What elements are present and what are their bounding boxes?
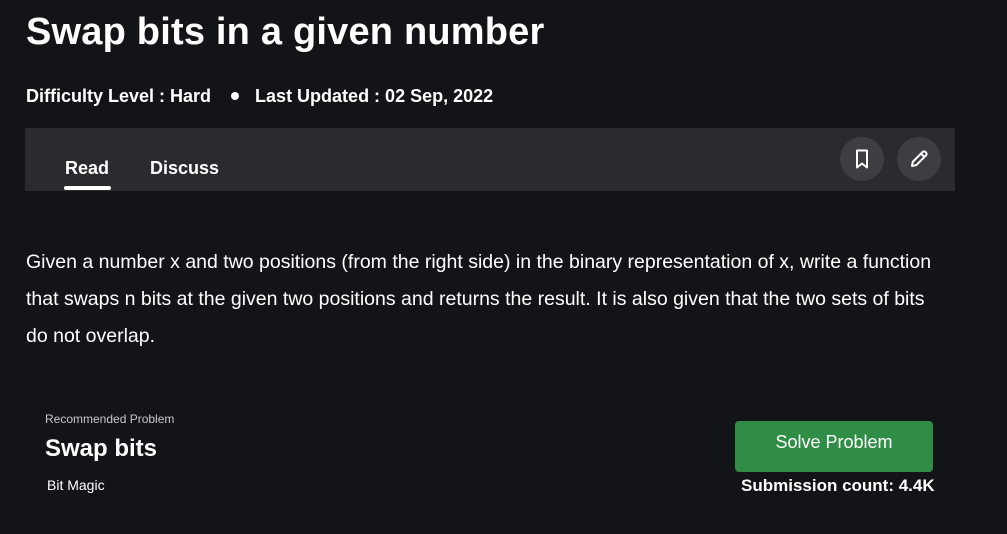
tab-discuss[interactable]: Discuss: [150, 157, 219, 179]
edit-button[interactable]: [897, 137, 941, 181]
problem-tag[interactable]: Bit Magic: [47, 475, 105, 495]
problem-description: Given a number x and two positions (from…: [26, 251, 932, 347]
submission-count: Submission count: 4.4K: [741, 476, 935, 495]
difficulty-level: Difficulty Level : Hard: [26, 86, 212, 106]
pencil-icon: [911, 150, 928, 167]
solve-problem-button[interactable]: Solve Problem: [735, 421, 933, 472]
recommended-problem-label: Recommended Problem: [45, 412, 175, 426]
article-meta: Difficulty Level : Hard Last Updated : 0…: [26, 84, 493, 108]
tab-read[interactable]: Read: [65, 157, 109, 179]
bookmark-icon: [856, 149, 868, 169]
article-tabbar: Read Discuss: [25, 128, 955, 191]
page-title: Swap bits in a given number: [26, 11, 545, 53]
active-tab-indicator: [64, 186, 111, 190]
article-page: Swap bits in a given number Difficulty L…: [0, 0, 1007, 534]
recommended-problem-title[interactable]: Swap bits: [45, 432, 157, 466]
last-updated: Last Updated : 02 Sep, 2022: [255, 86, 494, 106]
bookmark-button[interactable]: [840, 137, 884, 181]
meta-separator-dot: [231, 92, 240, 100]
